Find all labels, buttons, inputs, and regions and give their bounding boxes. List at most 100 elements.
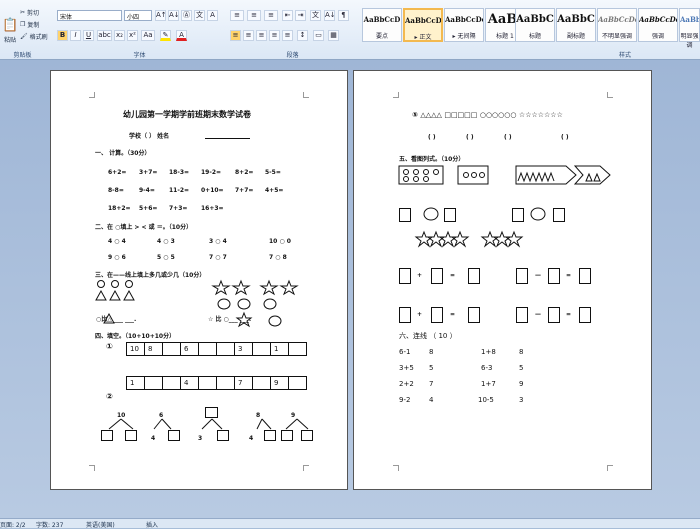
answer-box[interactable] (431, 307, 443, 323)
style-subtle-emphasis[interactable]: AaBbCcDc 不明显强调 (597, 8, 637, 42)
shading-button[interactable]: ▭ (313, 30, 324, 41)
matching-item[interactable]: 8 (519, 348, 523, 356)
highlight-button[interactable]: ✎ (160, 30, 171, 41)
answer-box[interactable] (399, 307, 411, 323)
increase-indent-button[interactable]: ⇥ (295, 10, 306, 21)
numbering-button[interactable]: ≡ (247, 10, 261, 21)
number-cell[interactable] (288, 342, 307, 356)
answer-bracket[interactable]: ( ) (504, 134, 512, 141)
number-cell[interactable] (198, 376, 217, 390)
multilevel-button[interactable]: ≡ (264, 10, 278, 21)
clear-format-button[interactable]: Ⓐ (181, 10, 192, 21)
shrink-font-button[interactable]: A↓ (168, 10, 180, 21)
matching-item[interactable]: 6-3 (481, 364, 492, 372)
line-spacing-button[interactable]: ↕ (297, 30, 308, 41)
answer-bracket[interactable]: ( ) (466, 134, 474, 141)
page-1[interactable]: 幼儿园第一学期学前班期末数学试卷 学校（ ） 姓名 一、 计算。（30分） 6+… (50, 70, 348, 490)
style-emphasis[interactable]: AaBbCcDc 强调 (638, 8, 678, 42)
show-marks-button[interactable]: ¶ (338, 10, 349, 21)
style-no-spacing[interactable]: AaBbCcDc ▸ 无间隔 (444, 8, 484, 42)
number-cell[interactable] (216, 376, 235, 390)
number-cell[interactable]: 4 (180, 376, 199, 390)
number-cell[interactable]: 9 (270, 376, 289, 390)
answer-box[interactable] (101, 430, 113, 441)
decrease-indent-button[interactable]: ⇤ (282, 10, 293, 21)
matching-item[interactable]: 5 (519, 364, 523, 372)
style-intense-emphasis[interactable]: AaBbCcD明显强调 (679, 8, 700, 49)
matching-item[interactable]: 4 (429, 396, 433, 404)
style-title[interactable]: AaBbC 标题 (515, 8, 555, 42)
borders-button[interactable]: ▦ (328, 30, 339, 41)
answer-box[interactable] (516, 268, 528, 284)
number-cell[interactable]: 7 (234, 376, 253, 390)
underline-button[interactable]: U (83, 30, 94, 41)
answer-box[interactable] (281, 430, 293, 441)
paste-button[interactable]: 📋 粘贴 (2, 18, 18, 44)
superscript-button[interactable]: x² (127, 30, 138, 41)
number-cell[interactable] (216, 342, 235, 356)
answer-box[interactable] (516, 307, 528, 323)
align-left-button[interactable]: ≡ (230, 30, 241, 41)
distribute-button[interactable]: ≡ (282, 30, 293, 41)
matching-item[interactable]: 10-5 (478, 396, 494, 404)
answer-box[interactable] (301, 430, 313, 441)
number-cell[interactable] (162, 342, 181, 356)
font-size-select[interactable]: 小四 (124, 10, 152, 21)
strikethrough-button[interactable]: abc (97, 30, 112, 41)
number-cell[interactable] (144, 376, 163, 390)
char-border-button[interactable]: A (207, 10, 218, 21)
page-2[interactable]: ⑤ △△△△ □□□□□ ○○○○○○ ☆☆☆☆☆☆☆ ( ) ( ) ( ) … (353, 70, 652, 490)
italic-button[interactable]: I (70, 30, 81, 41)
matching-item[interactable]: 6-1 (399, 348, 410, 356)
matching-item[interactable]: 9 (519, 380, 523, 388)
answer-box[interactable] (579, 268, 591, 284)
number-cell[interactable]: 3 (234, 342, 253, 356)
answer-box[interactable] (205, 407, 218, 418)
number-cell[interactable] (288, 376, 307, 390)
answer-box[interactable] (431, 268, 443, 284)
style-emphasis-points[interactable]: AaBbCcD 要点 (362, 8, 402, 42)
answer-box[interactable] (125, 430, 137, 441)
answer-box[interactable] (217, 430, 229, 441)
answer-box[interactable] (168, 430, 180, 441)
format-painter-button[interactable]: 🖌 格式刷 (20, 32, 48, 41)
number-cell[interactable] (162, 376, 181, 390)
bullets-button[interactable]: ≡ (230, 10, 244, 21)
font-family-select[interactable]: 宋体 (57, 10, 122, 21)
sort-button[interactable]: A↓ (324, 10, 336, 21)
chinese-layout-button[interactable]: 文 (310, 10, 321, 21)
style-normal[interactable]: AaBbCcDc▸ 正文 (403, 8, 443, 42)
answer-box[interactable] (399, 208, 411, 222)
justify-button[interactable]: ≡ (269, 30, 280, 41)
matching-item[interactable]: 3+5 (399, 364, 414, 372)
number-cell[interactable]: 6 (180, 342, 199, 356)
matching-item[interactable]: 5 (429, 364, 433, 372)
answer-bracket[interactable]: ( ) (428, 134, 436, 141)
answer-box[interactable] (548, 307, 560, 323)
cut-button[interactable]: ✂ 剪切 (20, 8, 39, 17)
answer-box[interactable] (548, 268, 560, 284)
matching-item[interactable]: 9-2 (399, 396, 410, 404)
number-cell[interactable]: 1 (126, 376, 145, 390)
matching-item[interactable]: 1+7 (481, 380, 496, 388)
change-case-button[interactable]: Aa (141, 30, 155, 41)
number-cell[interactable]: 1 (270, 342, 289, 356)
matching-item[interactable]: 7 (429, 380, 433, 388)
align-right-button[interactable]: ≡ (256, 30, 267, 41)
copy-button[interactable]: ❐ 复制 (20, 20, 39, 29)
matching-item[interactable]: 3 (519, 396, 523, 404)
grow-font-button[interactable]: A↑ (155, 10, 167, 21)
answer-box[interactable] (264, 430, 276, 441)
phonetic-button[interactable]: 文 (194, 10, 205, 21)
matching-item[interactable]: 1+8 (481, 348, 496, 356)
answer-bracket[interactable]: ( ) (561, 134, 569, 141)
font-color-button[interactable]: A (176, 30, 187, 41)
number-cell[interactable]: 10 (126, 342, 145, 356)
number-cell[interactable] (252, 376, 271, 390)
answer-box[interactable] (468, 307, 480, 323)
center-button[interactable]: ≡ (243, 30, 254, 41)
matching-item[interactable]: 2+2 (399, 380, 414, 388)
matching-item[interactable]: 8 (429, 348, 433, 356)
bold-button[interactable]: B (57, 30, 68, 41)
number-cell[interactable]: 8 (144, 342, 163, 356)
